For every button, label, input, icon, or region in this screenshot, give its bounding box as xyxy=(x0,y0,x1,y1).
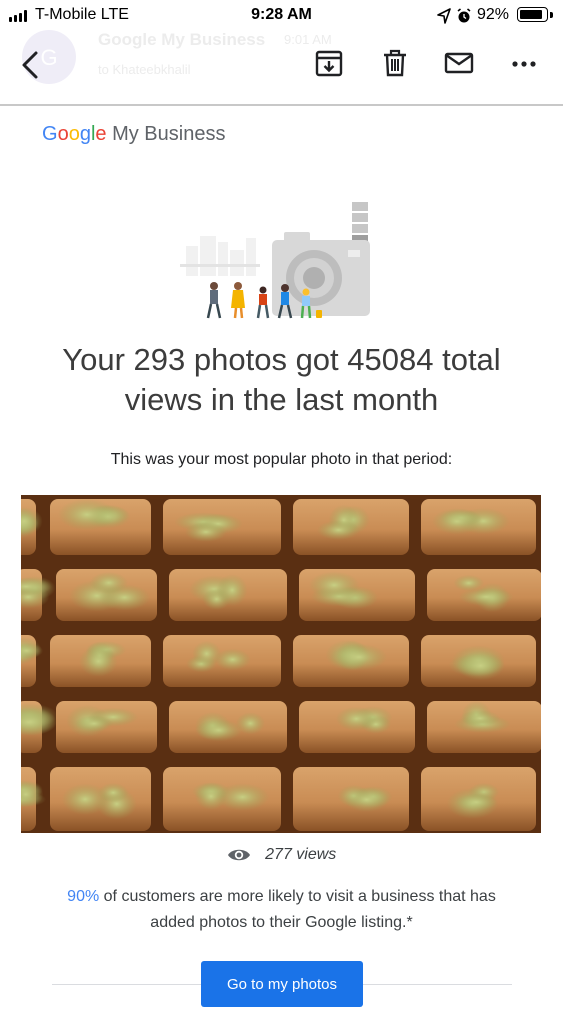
mail-icon xyxy=(444,52,474,74)
pistachio-topping xyxy=(344,787,390,812)
pistachio-topping xyxy=(455,793,498,811)
camera-people-illustration xyxy=(180,202,370,319)
sender-name: Google My Business xyxy=(98,30,266,49)
battery-percent: 92% xyxy=(476,6,509,23)
archive-icon xyxy=(315,50,343,77)
email-subhead: This was your most popular photo in that… xyxy=(110,451,453,468)
logo-letter: G xyxy=(42,123,58,145)
battery-level xyxy=(520,10,542,19)
back-icon xyxy=(22,51,38,79)
mark-unread-button[interactable] xyxy=(444,48,474,78)
battery-icon xyxy=(517,7,548,22)
email-headline: Your 293 photos got 45084 total views in… xyxy=(62,342,501,417)
pistachio-topping xyxy=(216,574,248,607)
baklava-photo-image xyxy=(21,495,541,833)
pistachio-topping xyxy=(459,710,501,727)
logo-letter: o xyxy=(57,123,69,145)
logo-letter: e xyxy=(95,123,107,145)
eye-icon xyxy=(227,849,250,861)
pistachio-topping xyxy=(61,783,109,815)
pistachio-topping xyxy=(316,520,360,540)
logo-suffix: My Business xyxy=(106,123,226,145)
email-time: 9:01 AM xyxy=(284,32,332,47)
photo-views: 277 views xyxy=(0,846,563,870)
pistachio-topping xyxy=(184,522,228,542)
pistachio-topping xyxy=(57,498,116,531)
pistachio-topping xyxy=(192,640,222,667)
stat-text: of customers are more likely to visit a … xyxy=(99,888,496,931)
more-button[interactable] xyxy=(510,48,540,78)
pistachio-topping xyxy=(194,719,243,742)
back-button[interactable] xyxy=(18,48,44,82)
stat-percent: 90% xyxy=(67,888,100,905)
pistachio-topping xyxy=(308,571,360,599)
stat-paragraph: 90% of customers are more likely to visi… xyxy=(50,884,513,936)
pistachio-topping xyxy=(79,645,118,677)
pistachio-topping xyxy=(330,643,388,671)
email-recipient: to Khateebkhalil xyxy=(98,62,191,77)
status-bar: T-Mobile LTE 9:28 AM 92% xyxy=(0,0,563,30)
battery-tip xyxy=(550,12,553,18)
views-count: 277 views xyxy=(265,846,337,863)
alarm-clock-icon xyxy=(457,8,471,23)
pistachio-topping xyxy=(458,587,514,607)
pistachio-topping xyxy=(432,508,482,535)
pistachio-topping xyxy=(89,571,128,594)
status-right: 92% xyxy=(413,6,553,26)
go-to-photos-button[interactable]: Go to my photos xyxy=(201,961,363,1007)
popular-photo[interactable] xyxy=(21,495,541,833)
logo-letter: o xyxy=(68,123,80,145)
logo-letter: g xyxy=(79,123,91,145)
mail-header: G Google My Business 9:01 AM to Khateebk… xyxy=(0,30,563,106)
pistachio-topping xyxy=(456,650,505,681)
pistachio-topping xyxy=(74,715,113,732)
location-arrow-icon xyxy=(437,8,451,24)
archive-button[interactable] xyxy=(314,48,344,78)
more-icon xyxy=(512,61,536,67)
delete-button[interactable] xyxy=(380,48,410,78)
trash-icon xyxy=(384,49,406,77)
pistachio-topping xyxy=(335,706,377,731)
google-my-business-logo: Google My Business xyxy=(42,123,225,146)
pistachio-topping xyxy=(194,782,228,810)
